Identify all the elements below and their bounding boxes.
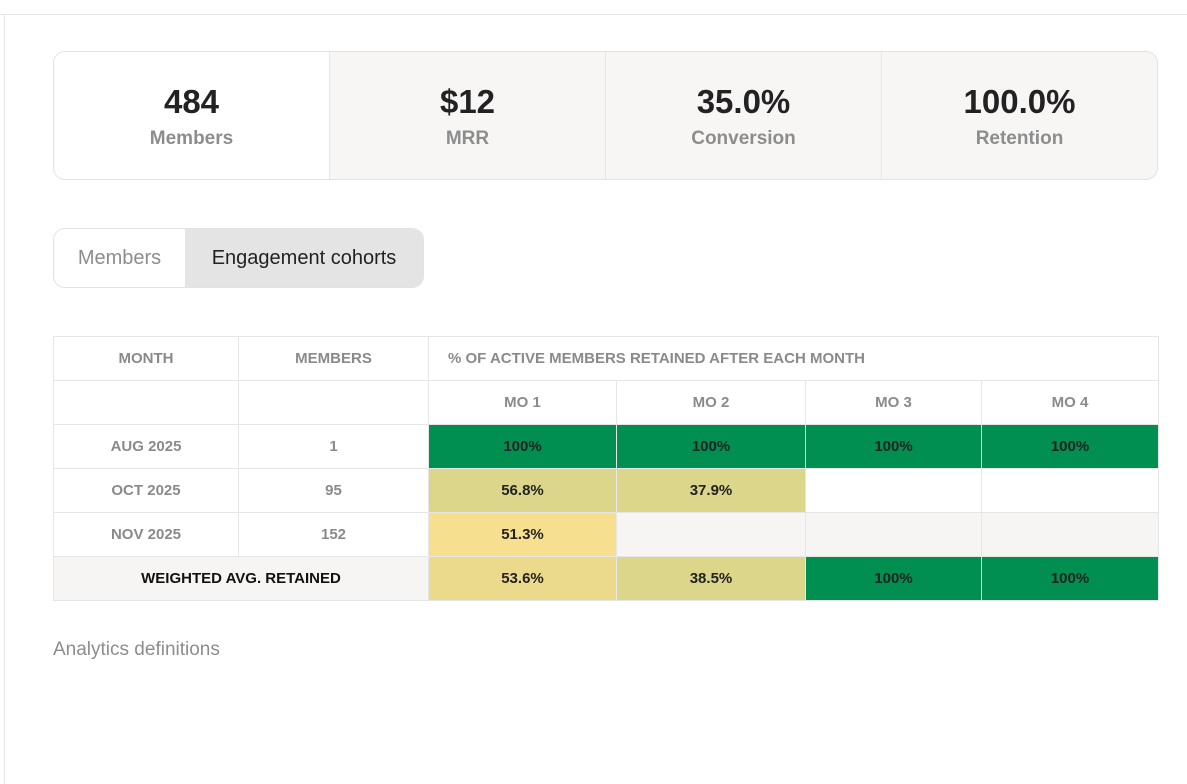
empty-header [238,380,429,425]
table-row: AUG 2025 1 100% 100% 100% 100% [53,424,1160,469]
col-mo2: MO 2 [616,380,806,425]
row-members: 1 [238,424,429,469]
top-divider [0,14,1187,15]
tab-engagement-cohorts[interactable]: Engagement cohorts [185,229,423,287]
cell: 100% [980,556,1160,601]
stat-label: Conversion [691,127,796,149]
cell: 56.8% [428,468,617,513]
tab-members[interactable]: Members [54,229,185,287]
row-month: AUG 2025 [53,424,239,469]
stat-value: $12 [439,82,496,120]
stat-conversion: 35.0% Conversion [605,52,881,179]
cell-empty [805,468,982,513]
cell: 100% [616,424,806,469]
cell-empty [980,512,1160,557]
cell: 37.9% [616,468,806,513]
stat-label: Members [149,127,234,149]
subheader-row: MO 1 MO 2 MO 3 MO 4 [53,380,1160,425]
cell: 53.6% [428,556,617,601]
header-row: MONTH MEMBERS % OF ACTIVE MEMBERS RETAIN… [53,336,1160,381]
analytics-definitions-link[interactable]: Analytics definitions [53,639,220,661]
row-month: NOV 2025 [53,512,239,557]
cell: 100% [805,424,982,469]
cell: 100% [805,556,982,601]
left-divider [4,15,5,784]
col-mo4: MO 4 [980,380,1160,425]
cohort-table: MONTH MEMBERS % OF ACTIVE MEMBERS RETAIN… [53,336,1160,601]
stat-value: 35.0% [696,82,791,120]
cell: 51.3% [428,512,617,557]
cell-empty [616,512,806,557]
cell-empty [980,468,1160,513]
col-members: MEMBERS [238,336,429,381]
stat-label: Retention [975,127,1064,149]
col-mo3: MO 3 [805,380,982,425]
stat-value: 484 [163,82,220,120]
col-mo1: MO 1 [428,380,617,425]
row-members: 152 [238,512,429,557]
weighted-avg-row: WEIGHTED AVG. RETAINED 53.6% 38.5% 100% … [53,556,1160,601]
table-row: NOV 2025 152 51.3% [53,512,1160,557]
empty-header [53,380,239,425]
table-row: OCT 2025 95 56.8% 37.9% [53,468,1160,513]
cell: 100% [428,424,617,469]
row-members: 95 [238,468,429,513]
stats-card: 484 Members $12 MRR 35.0% Conversion 100.0%… [53,51,1158,180]
row-month: OCT 2025 [53,468,239,513]
stat-retention: 100.0% Retention [881,52,1157,179]
stat-value: 100.0% [963,82,1076,120]
cell-empty [805,512,982,557]
view-tabs: Members Engagement cohorts [53,228,424,288]
col-month: MONTH [53,336,239,381]
stat-mrr: $12 MRR [329,52,605,179]
col-retained: % OF ACTIVE MEMBERS RETAINED AFTER EACH … [427,336,1160,381]
avg-label: WEIGHTED AVG. RETAINED [53,556,429,601]
stat-members: 484 Members [54,52,329,179]
stat-label: MRR [445,127,490,149]
cell: 100% [980,424,1160,469]
cell: 38.5% [616,556,806,601]
